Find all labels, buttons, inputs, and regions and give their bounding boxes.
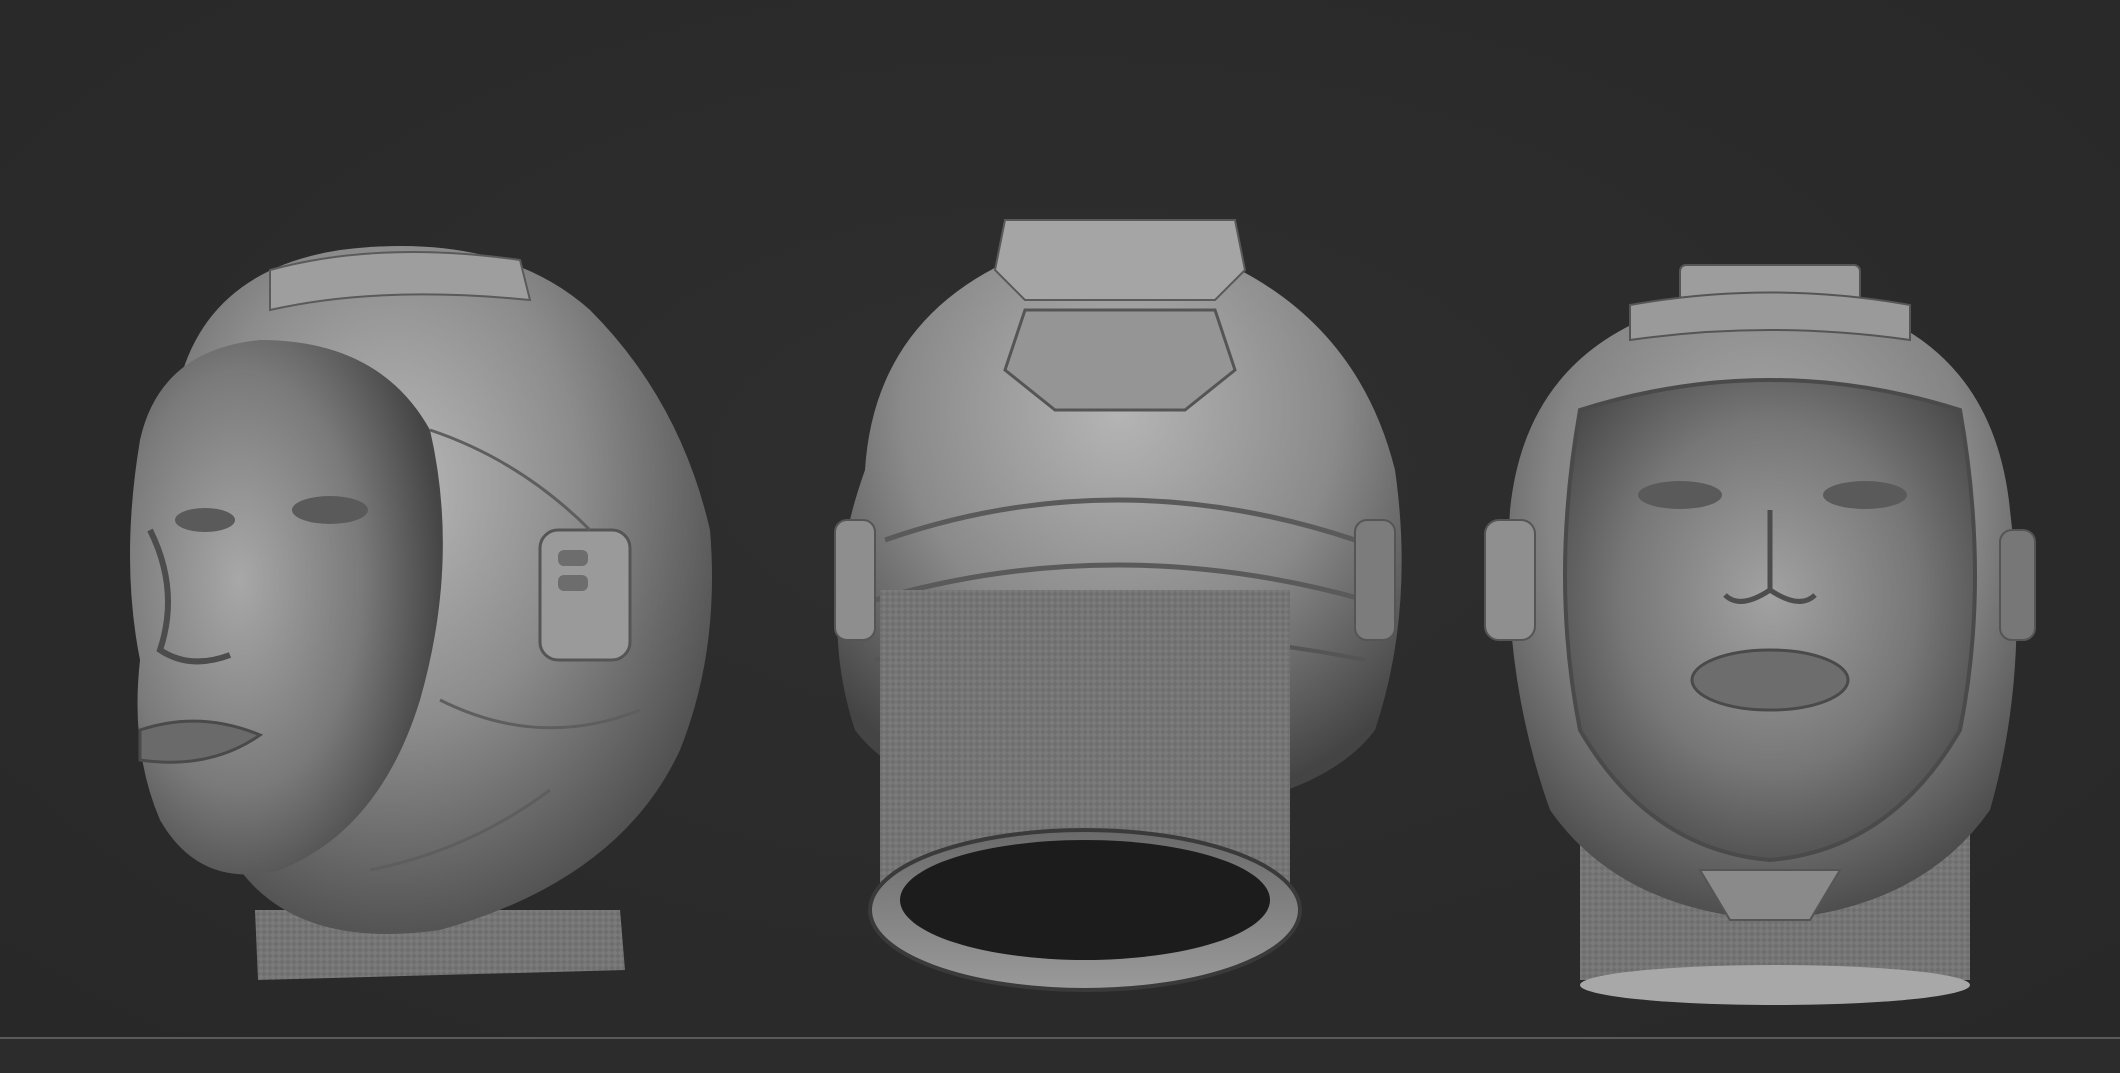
bottom-status-bar — [0, 1039, 2120, 1073]
sculpt-head-back — [834, 219, 1402, 992]
sculpt-head-front — [1484, 264, 2036, 1005]
3d-viewport[interactable] — [0, 0, 2120, 1037]
sculpt-head-three-quarter-left — [130, 246, 712, 980]
